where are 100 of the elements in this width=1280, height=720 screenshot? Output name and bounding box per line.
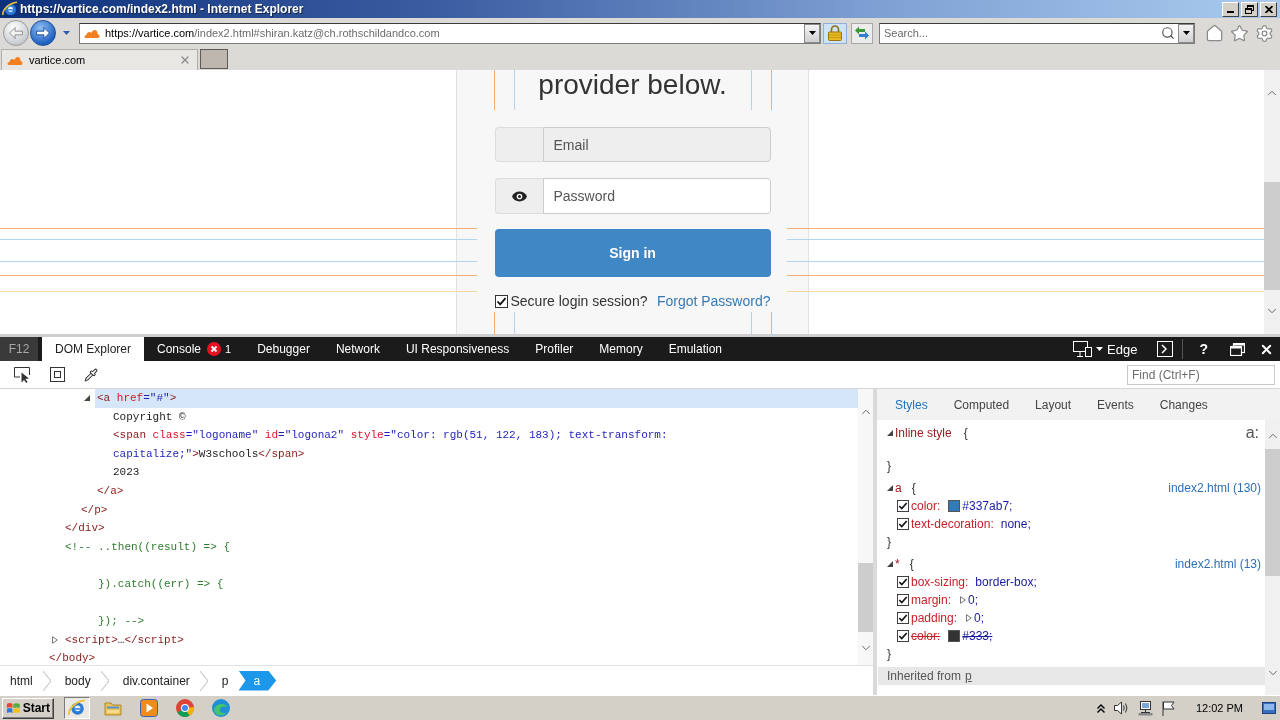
checkbox[interactable]: [897, 594, 909, 606]
rule-selector: a: [895, 481, 902, 495]
collapsed-arrow-icon[interactable]: [966, 614, 973, 622]
speaker-icon[interactable]: [1113, 701, 1129, 715]
styles-tab[interactable]: Events: [1084, 397, 1147, 412]
eyedropper-icon[interactable]: [84, 367, 98, 382]
settings-icon[interactable]: [1255, 23, 1274, 43]
console-icon[interactable]: [1157, 341, 1174, 357]
close-button[interactable]: [1260, 1, 1277, 17]
scrollbar-thumb[interactable]: [1265, 449, 1280, 576]
property-value[interactable]: #337ab7;: [962, 499, 1013, 513]
expanded-arrow-icon[interactable]: [887, 430, 893, 436]
undock-icon[interactable]: [1230, 342, 1245, 356]
star-icon[interactable]: [1230, 23, 1249, 43]
styles-tab[interactable]: Layout: [1022, 397, 1085, 412]
expanded-arrow-icon[interactable]: [84, 395, 90, 402]
breadcrumb-item[interactable]: html: [2, 670, 43, 691]
restore-button[interactable]: [1241, 1, 1258, 17]
address-field[interactable]: https://vartice.com/index2.html#shiran.katz@ch.rothschildandco.com: [79, 22, 821, 44]
text-node-line[interactable]: Copyright ©: [111, 407, 188, 427]
checkbox[interactable]: [494, 294, 508, 308]
devtools-tab[interactable]: Debugger: [244, 337, 323, 361]
taskbar-app-button[interactable]: [64, 697, 90, 719]
devtools-tab[interactable]: Network: [322, 337, 393, 361]
search-icon[interactable]: [1161, 26, 1175, 40]
show-desktop-icon[interactable]: [1262, 702, 1276, 714]
sign-in-button[interactable]: Sign in: [494, 229, 771, 277]
dom-node-line[interactable]: </body>: [47, 649, 98, 665]
dom-node-line[interactable]: </a>: [95, 481, 126, 501]
styles-tab[interactable]: Computed: [940, 397, 1023, 412]
property-value[interactable]: none;: [1000, 517, 1031, 531]
property-value[interactable]: border-box;: [975, 575, 1037, 589]
devtools-tab[interactable]: Console 1: [144, 337, 245, 361]
round-logo-icon: [176, 699, 194, 717]
rule-selector: Inline style: [895, 426, 952, 440]
minimize-button[interactable]: [1222, 1, 1239, 17]
dom-node-line[interactable]: </p>: [79, 500, 110, 520]
source-link[interactable]: index2.html (130): [1168, 481, 1261, 495]
checkbox[interactable]: [897, 630, 909, 642]
pseudo-state-button[interactable]: a:: [1245, 424, 1259, 442]
devtools-tab[interactable]: Profiler: [522, 337, 587, 361]
browser-tab[interactable]: vartice.com: [1, 49, 198, 70]
close-tab-icon[interactable]: [179, 54, 191, 66]
eye-icon[interactable]: [511, 190, 527, 202]
property-name: padding:: [911, 611, 958, 625]
find-field[interactable]: Find (Ctrl+F): [1127, 364, 1275, 385]
forgot-password-link[interactable]: Forgot Password?: [656, 293, 771, 309]
network-icon[interactable]: [1137, 700, 1153, 716]
input-addon: [494, 127, 543, 162]
expanded-arrow-icon[interactable]: [887, 561, 893, 567]
checkbox[interactable]: [897, 518, 909, 530]
brace: {: [963, 426, 968, 440]
select-element-icon[interactable]: [14, 366, 31, 383]
expanded-arrow-icon[interactable]: [887, 485, 893, 491]
start-button[interactable]: Start: [2, 697, 54, 719]
help-button[interactable]: ?: [1197, 341, 1210, 357]
search-field[interactable]: Search...: [880, 23, 1161, 43]
checkbox[interactable]: [897, 576, 909, 588]
password-field[interactable]: Password: [542, 178, 771, 214]
styles-tab[interactable]: Changes: [1146, 397, 1221, 412]
home-icon[interactable]: [1205, 23, 1224, 43]
f12-label: F12: [0, 337, 38, 361]
checkbox[interactable]: [897, 612, 909, 624]
devtools-tab[interactable]: UI Responsiveness: [392, 337, 523, 361]
text-node-line[interactable]: 2023: [111, 463, 142, 482]
checkbox[interactable]: [897, 500, 909, 512]
close-icon: [1264, 5, 1273, 13]
caret-icon: [1096, 347, 1104, 351]
forward-button[interactable]: [30, 20, 56, 46]
scrollbar-thumb[interactable]: [1264, 182, 1280, 290]
property-value[interactable]: 0;: [974, 611, 985, 625]
new-tab-button[interactable]: [200, 49, 228, 69]
source-link[interactable]: index2.html (13): [1174, 557, 1261, 571]
document-mode-button[interactable]: Edge: [1073, 341, 1138, 357]
guide-lines: [493, 312, 515, 334]
cloud-icon: [7, 55, 23, 65]
breadcrumb-item[interactable]: body: [56, 670, 101, 691]
element-link[interactable]: p: [965, 669, 972, 683]
property-value[interactable]: #333;: [962, 629, 993, 643]
flag-icon[interactable]: [1161, 700, 1175, 716]
styles-tab[interactable]: Styles: [882, 397, 941, 412]
search-box[interactable]: Search...: [879, 22, 1195, 44]
breadcrumb-item[interactable]: div.container: [114, 670, 200, 691]
property-value[interactable]: 0;: [968, 593, 979, 607]
refresh-button[interactable]: [851, 22, 873, 44]
collapsed-arrow-icon[interactable]: [960, 596, 966, 604]
breadcrumb-item[interactable]: p: [213, 670, 239, 691]
devtools-tab[interactable]: Emulation: [655, 337, 736, 361]
devtools-tab[interactable]: Memory: [586, 337, 656, 361]
dom-node-line[interactable]: <span class="logoname" id="logona2" style="color: rgb(51, 122, 183); text-transform: capitalize;">W3schools</span>: [111, 426, 692, 464]
box-icon[interactable]: [50, 367, 65, 382]
scrollbar-thumb[interactable]: [858, 563, 873, 632]
search-dropdown-button[interactable]: [1178, 23, 1194, 43]
collapsed-arrow-icon[interactable]: [52, 636, 58, 644]
chevron-up-icon[interactable]: [1096, 703, 1105, 713]
address-dropdown-button[interactable]: [804, 23, 820, 43]
dom-node-line[interactable]: <script>…</script>: [63, 630, 186, 650]
dom-node-line[interactable]: </div>: [63, 519, 107, 538]
comment-node[interactable]: <!-- ..then((result) => { }).catch((err) => { }); -->: [63, 537, 233, 631]
devtools-tab[interactable]: DOM Explorer: [42, 337, 144, 361]
